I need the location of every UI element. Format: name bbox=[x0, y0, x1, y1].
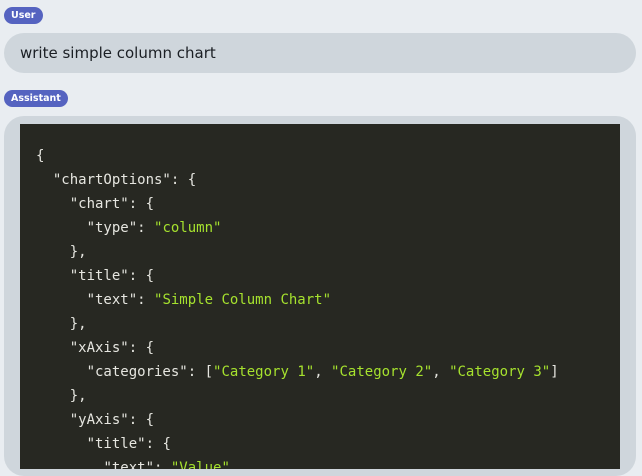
assistant-role-badge: Assistant bbox=[4, 90, 68, 107]
code-key-token: "text" bbox=[86, 292, 138, 308]
code-key-token: "categories" bbox=[86, 364, 188, 380]
code-key-token: "chartOptions" bbox=[52, 172, 171, 188]
code-punctuation-token: : [ bbox=[187, 364, 214, 380]
code-line: "type": "column" bbox=[36, 216, 620, 240]
code-punctuation-token: : { bbox=[128, 412, 155, 428]
code-string-token: "Simple Column Chart" bbox=[154, 292, 332, 308]
code-line: "title": { bbox=[36, 264, 620, 288]
code-punctuation-token bbox=[36, 436, 87, 452]
code-line: "text": "Simple Column Chart" bbox=[36, 288, 620, 312]
code-line: "xAxis": { bbox=[36, 336, 620, 360]
code-punctuation-token bbox=[36, 172, 53, 188]
code-line: "title": { bbox=[36, 432, 620, 456]
code-punctuation-token: { bbox=[36, 148, 45, 164]
code-string-token: "Category 1" bbox=[213, 364, 315, 380]
code-key-token: "chart" bbox=[69, 196, 129, 212]
code-string-token: "Value" bbox=[170, 460, 230, 469]
code-punctuation-token bbox=[36, 268, 70, 284]
code-punctuation-token bbox=[36, 196, 70, 212]
code-line: "yAxis": { bbox=[36, 408, 620, 432]
code-line: { bbox=[36, 144, 620, 168]
code-punctuation-token: , bbox=[314, 364, 332, 380]
code-punctuation-token: , bbox=[432, 364, 450, 380]
code-punctuation-token: : { bbox=[170, 172, 197, 188]
code-line: }, bbox=[36, 240, 620, 264]
code-punctuation-token: : bbox=[154, 460, 171, 469]
code-punctuation-token: : { bbox=[128, 196, 155, 212]
code-block: { "chartOptions": { "chart": { "type": "… bbox=[20, 124, 620, 469]
code-punctuation-token: : { bbox=[145, 436, 171, 452]
code-key-token: "type" bbox=[86, 220, 138, 236]
code-punctuation-token bbox=[36, 460, 103, 469]
user-message-text: write simple column chart bbox=[20, 44, 216, 62]
code-punctuation-token bbox=[36, 412, 70, 428]
code-punctuation-token bbox=[36, 340, 70, 356]
code-punctuation-token: : bbox=[137, 220, 155, 236]
code-punctuation-token: : bbox=[137, 292, 155, 308]
code-string-token: "Category 3" bbox=[449, 364, 551, 380]
code-line: }, bbox=[36, 384, 620, 408]
code-punctuation-token: }, bbox=[36, 244, 87, 260]
code-key-token: "text" bbox=[103, 460, 155, 469]
code-line: "chartOptions": { bbox=[36, 168, 620, 192]
code-line: "text": "Value" bbox=[36, 456, 620, 469]
user-message-bubble: write simple column chart bbox=[4, 33, 636, 73]
code-line: "chart": { bbox=[36, 192, 620, 216]
code-string-token: "Category 2" bbox=[331, 364, 433, 380]
code-punctuation-token: : { bbox=[128, 340, 155, 356]
code-punctuation-token: }, bbox=[36, 388, 87, 404]
user-role-badge: User bbox=[4, 7, 43, 24]
code-punctuation-token bbox=[36, 364, 87, 380]
code-key-token: "title" bbox=[86, 436, 146, 452]
code-punctuation-token bbox=[36, 292, 87, 308]
code-line: }, bbox=[36, 312, 620, 336]
code-punctuation-token: }, bbox=[36, 316, 87, 332]
code-key-token: "yAxis" bbox=[69, 412, 129, 428]
code-punctuation-token bbox=[36, 220, 87, 236]
code-key-token: "xAxis" bbox=[69, 340, 129, 356]
code-punctuation-token: : { bbox=[128, 268, 155, 284]
code-line: "categories": ["Category 1", "Category 2… bbox=[36, 360, 620, 384]
code-string-token: "column" bbox=[154, 220, 222, 236]
code-punctuation-token: ] bbox=[550, 364, 559, 380]
code-key-token: "title" bbox=[69, 268, 129, 284]
